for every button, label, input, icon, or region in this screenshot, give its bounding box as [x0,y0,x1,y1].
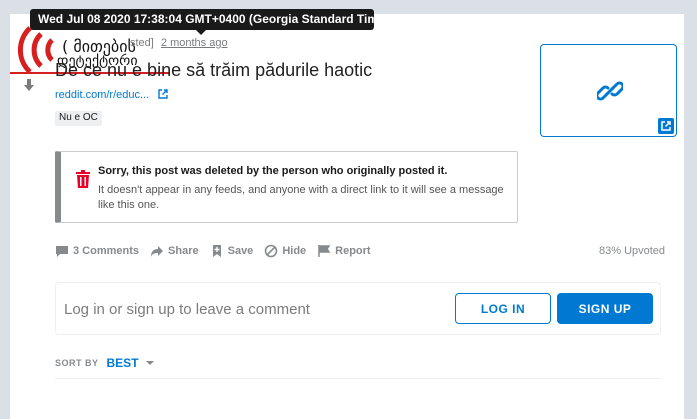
post-actions: 3 Comments Share Save Hide Report [55,243,382,259]
post-domain-link[interactable]: reddit.com/r/educ... [55,89,168,101]
hide-button[interactable]: Hide [264,244,306,258]
trash-icon [76,170,90,188]
upvote-ratio: 83% Upvoted [599,245,666,257]
comments-label: 3 Comments [73,245,140,257]
bookmark-icon [212,245,221,257]
login-button[interactable]: LOG IN [455,293,551,324]
post-meta: sted] 2 months ago [130,37,228,49]
external-badge-icon [658,118,674,134]
share-label: Share [168,245,199,257]
hide-icon [265,244,278,258]
link-thumbnail[interactable] [540,44,677,137]
sort-value: BEST [106,356,139,370]
deleted-post-notice: Sorry, this post was deleted by the pers… [55,151,518,223]
deleted-notice-body: It doesn't appear in any feeds, and anyo… [98,184,504,211]
downvote-arrow-icon[interactable] [22,78,36,92]
share-button[interactable]: Share [150,244,199,258]
comment-prompt: Log in or sign up to leave a comment [64,301,310,318]
comments-button[interactable]: 3 Comments [55,244,139,258]
external-link-icon [158,89,168,99]
hide-label: Hide [282,245,307,257]
save-button[interactable]: Save [210,244,254,258]
report-label: Report [335,245,371,257]
save-label: Save [227,245,254,257]
comment-login-box: Log in or sign up to leave a comment LOG… [55,282,661,335]
post-title[interactable]: De ce nu e bine să trăim pădurile haotic [55,60,372,81]
post-flair[interactable]: Nu e OC [55,111,102,126]
post-time-link[interactable]: 2 months ago [161,37,228,49]
sort-label: SORT BY [55,358,99,368]
comment-icon [56,246,68,257]
page-background [688,14,697,419]
comments-divider [55,378,661,379]
post-meta-partial: sted] [130,37,154,49]
share-icon [151,246,164,257]
report-button[interactable]: Report [317,244,371,258]
link-icon [597,81,623,101]
flag-icon [318,245,331,257]
timestamp-tooltip: Wed Jul 08 2020 17:38:04 GMT+0400 (Georg… [30,9,389,35]
sort-dropdown[interactable]: SORT BY BEST [55,356,155,370]
deleted-notice-heading: Sorry, this post was deleted by the pers… [98,165,448,177]
post-domain-text: reddit.com/r/educ... [55,89,150,101]
caret-down-icon [145,361,154,365]
signup-button[interactable]: SIGN UP [557,293,653,324]
